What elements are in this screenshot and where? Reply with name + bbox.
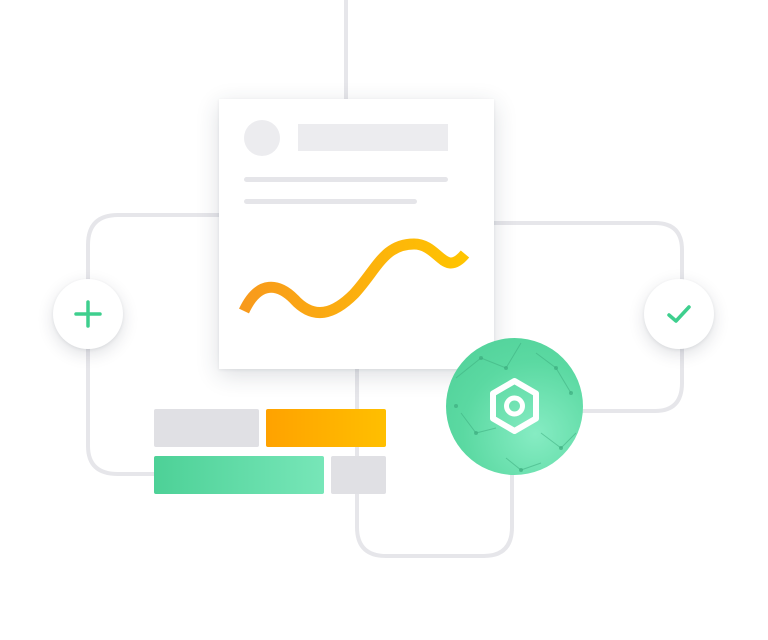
plus-icon	[74, 300, 102, 328]
progress-bar-orange	[266, 409, 386, 447]
hexagon-gear-icon	[490, 378, 539, 434]
workflow-illustration	[0, 0, 768, 640]
progress-bar-gray-small	[331, 456, 386, 494]
confirm-button[interactable]	[644, 279, 714, 349]
trend-line	[239, 238, 470, 319]
integration-hub[interactable]	[446, 338, 583, 475]
document-card	[219, 99, 494, 369]
check-icon	[667, 305, 691, 323]
progress-bar-green	[154, 456, 324, 494]
add-button[interactable]	[53, 279, 123, 349]
progress-bar-gray	[154, 409, 259, 447]
